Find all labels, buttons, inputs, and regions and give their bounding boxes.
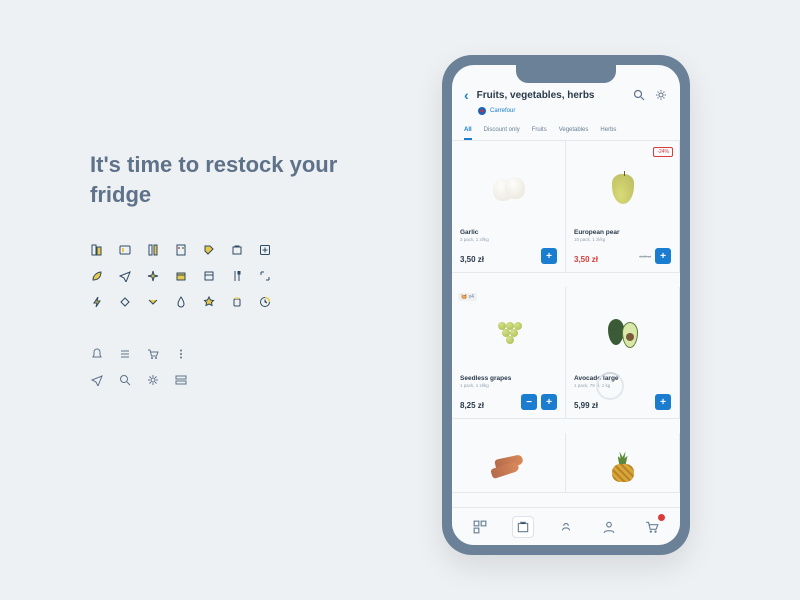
location-icon xyxy=(90,373,104,387)
fork-knife-icon xyxy=(230,269,244,283)
icon-showcase xyxy=(90,243,360,387)
product-sub: 1 pack, 1 zł/kg xyxy=(460,383,557,388)
drop-icon xyxy=(174,295,188,309)
tab-all[interactable]: All xyxy=(464,127,472,140)
sort-icon xyxy=(146,243,160,257)
minus-button[interactable]: − xyxy=(521,394,537,410)
add-button[interactable]: + xyxy=(655,248,671,264)
clock-icon xyxy=(258,295,272,309)
app-screen: ‹ Fruits, vegetables, herbs Carrefour Al… xyxy=(452,65,680,545)
tab-vegetables[interactable]: Vegetables xyxy=(559,127,589,140)
nav-scan[interactable] xyxy=(469,516,491,538)
settings-button[interactable] xyxy=(654,88,668,102)
basket-icon xyxy=(230,243,244,257)
diamond-icon xyxy=(118,295,132,309)
tag-icon xyxy=(202,243,216,257)
basket-badge: 🧺 x4 xyxy=(458,293,477,301)
search-button[interactable] xyxy=(632,88,646,102)
product-image xyxy=(574,441,671,492)
star-icon xyxy=(202,295,216,309)
store-selector[interactable]: Carrefour xyxy=(478,107,668,115)
product-card[interactable] xyxy=(566,433,680,493)
nav-shop[interactable] xyxy=(512,516,534,538)
grid-icon xyxy=(118,243,132,257)
page-title: Fruits, vegetables, herbs xyxy=(477,90,624,101)
product-image xyxy=(574,295,671,375)
sparkle-icon xyxy=(146,269,160,283)
cart-icon xyxy=(146,347,160,361)
product-price: 3,50 zł xyxy=(460,255,484,264)
device-frame: ‹ Fruits, vegetables, herbs Carrefour Al… xyxy=(442,55,690,555)
bolt-icon xyxy=(90,295,104,309)
product-name: Seedless grapes xyxy=(460,375,557,382)
list-icon xyxy=(90,243,104,257)
product-sub: 3 pack, 1 zł/kg xyxy=(460,237,557,242)
old-price: 4,50 zł xyxy=(639,254,651,259)
tab-herbs[interactable]: Herbs xyxy=(600,127,616,140)
nav-profile[interactable] xyxy=(598,516,620,538)
product-name: European pear xyxy=(574,229,671,236)
loading-spinner xyxy=(596,372,624,400)
product-image xyxy=(460,441,557,492)
send-icon xyxy=(118,269,132,283)
box-icon xyxy=(174,269,188,283)
marketing-headline: It's time to restock your fridge xyxy=(90,150,360,209)
calendar-icon xyxy=(202,269,216,283)
product-image xyxy=(460,295,557,375)
product-card[interactable]: 🧺 x4 Seedless grapes 1 pack, 1 zł/kg 8,2… xyxy=(452,287,566,419)
product-card[interactable]: -24% European pear 10 pack, 1 zł/kg 3,50… xyxy=(566,141,680,273)
product-card[interactable]: Garlic 3 pack, 1 zł/kg 3,50 zł + xyxy=(452,141,566,273)
product-price: 8,25 zł xyxy=(460,401,484,410)
product-name: Garlic xyxy=(460,229,557,236)
notch xyxy=(516,65,616,83)
product-price: 3,50 zł xyxy=(574,255,598,264)
tab-fruits[interactable]: Fruits xyxy=(532,127,547,140)
add-button[interactable]: + xyxy=(541,394,557,410)
product-card[interactable] xyxy=(452,433,566,493)
search-icon xyxy=(118,373,132,387)
menu-icon xyxy=(118,347,132,361)
slider-icon xyxy=(174,373,188,387)
product-image xyxy=(574,149,671,229)
bell-icon xyxy=(90,347,104,361)
gear-icon xyxy=(146,373,160,387)
bottom-nav xyxy=(452,507,680,545)
tab-discount[interactable]: Discount only xyxy=(484,127,520,140)
down-icon xyxy=(146,295,160,309)
back-button[interactable]: ‹ xyxy=(464,87,469,103)
store-name: Carrefour xyxy=(490,108,515,114)
cart-badge xyxy=(658,514,665,521)
store-logo-icon xyxy=(478,107,486,115)
plus-box-icon xyxy=(258,243,272,257)
nav-cart[interactable] xyxy=(641,516,663,538)
expand-icon xyxy=(258,269,272,283)
more-icon xyxy=(174,347,188,361)
filter-icon xyxy=(174,243,188,257)
category-tabs: All Discount only Fruits Vegetables Herb… xyxy=(452,119,680,141)
discount-badge: -24% xyxy=(653,147,673,157)
product-card[interactable]: Avocado large 1 pack, 79 zł, 1 kg 5,99 z… xyxy=(566,287,680,419)
leaf-icon xyxy=(90,269,104,283)
product-sub: 10 pack, 1 zł/kg xyxy=(574,237,671,242)
product-price: 5,99 zł xyxy=(574,401,598,410)
product-image xyxy=(460,149,557,229)
jar-icon xyxy=(230,295,244,309)
add-button[interactable]: + xyxy=(655,394,671,410)
add-button[interactable]: + xyxy=(541,248,557,264)
nav-recipes[interactable] xyxy=(555,516,577,538)
